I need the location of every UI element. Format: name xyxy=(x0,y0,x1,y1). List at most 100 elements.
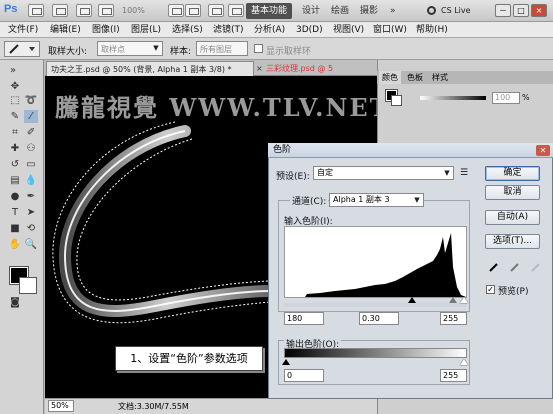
zoom-level[interactable]: 100% xyxy=(122,4,162,18)
input-white-field[interactable]: 255 xyxy=(440,312,467,325)
input-black-point-handle[interactable] xyxy=(408,297,416,303)
k-slider[interactable] xyxy=(420,96,486,100)
rotate-view-icon[interactable] xyxy=(185,4,201,17)
input-gamma-field[interactable]: 0.30 xyxy=(359,312,399,325)
tool-preset-picker[interactable] xyxy=(4,41,40,57)
workspace-painting[interactable]: 绘画 xyxy=(331,3,349,19)
auto-button[interactable]: 自动(A) xyxy=(485,210,540,225)
marquee-tool-icon[interactable]: ⬚ xyxy=(8,94,22,107)
preset-select[interactable]: 自定 ▼ xyxy=(313,166,454,180)
dialog-close-icon[interactable]: ✕ xyxy=(536,145,550,156)
extras-icon[interactable] xyxy=(76,4,92,17)
menu-view[interactable]: 视图(V) xyxy=(333,24,364,37)
k-value-field[interactable]: 100 xyxy=(492,92,520,104)
blur-tool-icon[interactable]: 💧 xyxy=(24,174,38,187)
history-brush-icon[interactable]: ↺ xyxy=(8,158,22,171)
quick-mask-icon[interactable]: ◙ xyxy=(8,296,22,309)
gray-eyedropper-glyph xyxy=(510,263,519,272)
menu-file[interactable]: 文件(F) xyxy=(8,24,38,37)
sample-select[interactable]: 所有图层 xyxy=(196,41,248,56)
hand-tool-icon[interactable]: ✋ xyxy=(8,238,22,251)
menu-help[interactable]: 帮助(H) xyxy=(416,24,448,37)
preset-label: 预设(E): xyxy=(276,172,310,182)
status-bar xyxy=(45,398,377,414)
crop-tool-icon[interactable]: ⌗ xyxy=(8,126,22,139)
input-black-field[interactable]: 180 xyxy=(284,312,324,325)
tab-swatches[interactable]: 色板 xyxy=(404,71,426,84)
type-tool-icon[interactable]: T xyxy=(8,206,22,219)
brush-tool-icon[interactable]: ✐ xyxy=(24,126,38,139)
arrange-documents-icon[interactable] xyxy=(208,4,224,17)
menu-layer[interactable]: 图层(L) xyxy=(131,24,161,37)
screen-mode-icon[interactable] xyxy=(228,4,244,17)
tab-styles[interactable]: 样式 xyxy=(429,71,451,84)
shape-tool-icon[interactable]: ■ xyxy=(8,222,22,235)
channel-select[interactable]: Alpha 1 副本 3 ▼ xyxy=(329,193,424,207)
maximize-button[interactable]: □ xyxy=(513,4,529,17)
options-button[interactable]: 选项(T)... xyxy=(485,234,540,249)
tab-document-1[interactable]: 功夫之王.psd @ 50% (背景, Alpha 1 副本 3/8) * xyxy=(46,61,254,76)
preview-checkbox[interactable]: ✓ xyxy=(486,285,495,294)
menu-filter[interactable]: 滤镜(T) xyxy=(213,24,244,37)
move-tool-icon[interactable]: ✥ xyxy=(8,80,22,93)
workspace-design[interactable]: 设计 xyxy=(302,3,320,19)
tab-color[interactable]: 颜色 xyxy=(379,71,401,84)
input-white-point-handle[interactable] xyxy=(460,297,468,303)
sample-size-select[interactable]: 取样点 ▼ xyxy=(97,41,163,56)
zoom-field[interactable]: 50% xyxy=(48,400,74,412)
hand-icon[interactable] xyxy=(168,4,184,17)
ok-button[interactable]: 确定 xyxy=(485,166,540,181)
chevron-down-icon: ▼ xyxy=(444,169,450,177)
gray-eyedropper-icon[interactable] xyxy=(510,262,520,272)
minimize-button[interactable]: － xyxy=(495,4,511,17)
minibridge-icon[interactable] xyxy=(52,4,68,17)
path-select-tool-icon[interactable]: ➤ xyxy=(24,206,38,219)
menu-select[interactable]: 选择(S) xyxy=(172,24,203,37)
output-white-field[interactable]: 255 xyxy=(440,369,467,382)
instruction-callout: 1、设置“色阶”参数选项 xyxy=(115,346,263,371)
white-eyedropper-icon[interactable] xyxy=(531,262,541,272)
close-button[interactable]: × xyxy=(531,4,547,17)
zoom-level-icon[interactable] xyxy=(98,4,114,17)
levels-dialog-title: 色阶 xyxy=(268,143,553,158)
pen-tool-icon[interactable]: ✒ xyxy=(24,190,38,203)
output-black-handle[interactable] xyxy=(282,359,290,365)
eyedropper-tool-icon[interactable]: ⁄ xyxy=(24,110,38,123)
preset-options-icon[interactable]: ☰ xyxy=(460,168,468,178)
background-color[interactable] xyxy=(19,277,37,294)
preset-value: 自定 xyxy=(317,168,333,177)
collapse-toolbox-icon[interactable]: » xyxy=(6,64,20,77)
menu-image[interactable]: 图像(I) xyxy=(92,24,120,37)
input-slider-track[interactable] xyxy=(284,303,467,307)
tab-document-2-label: 三彩纹理.psd @ 5 xyxy=(266,64,334,73)
menu-window[interactable]: 窗口(W) xyxy=(373,24,407,37)
input-gamma-handle[interactable] xyxy=(449,297,457,303)
menu-3d[interactable]: 3D(D) xyxy=(296,24,323,37)
gradient-tool-icon[interactable]: ▤ xyxy=(8,174,22,187)
show-ring-checkbox[interactable] xyxy=(254,44,263,53)
healing-tool-icon[interactable]: ✚ xyxy=(8,142,22,155)
output-black-field[interactable]: 0 xyxy=(284,369,324,382)
output-gradient xyxy=(284,348,467,358)
dodge-tool-icon[interactable]: ● xyxy=(8,190,22,203)
menu-analysis[interactable]: 分析(A) xyxy=(254,24,285,37)
k-unit: % xyxy=(522,93,530,102)
workspace-essentials[interactable]: 基本功能 xyxy=(246,3,292,19)
3d-rotate-tool-icon[interactable]: ⟲ xyxy=(24,222,38,235)
show-ring-label: 显示取样环 xyxy=(266,47,312,57)
bridge-icon[interactable] xyxy=(28,4,44,17)
quick-select-tool-icon[interactable]: ✎ xyxy=(8,110,22,123)
stamp-tool-icon[interactable]: ⚇ xyxy=(24,142,38,155)
workspace-more[interactable]: » xyxy=(390,3,396,19)
cs-live-button[interactable]: CS Live xyxy=(441,4,471,18)
cancel-button[interactable]: 取消 xyxy=(485,185,540,200)
zoom-tool-icon[interactable]: 🔍 xyxy=(24,238,38,251)
black-eyedropper-icon[interactable] xyxy=(489,262,499,272)
panel-background-swatch[interactable] xyxy=(391,95,402,106)
workspace-photography[interactable]: 摄影 xyxy=(360,3,378,19)
menu-edit[interactable]: 编辑(E) xyxy=(50,24,81,37)
eraser-tool-icon[interactable]: ▭ xyxy=(24,158,38,171)
output-white-handle[interactable] xyxy=(460,359,468,365)
tab-document-2[interactable]: 三彩纹理.psd @ 5 xyxy=(262,61,352,76)
lasso-tool-icon[interactable]: ➰ xyxy=(24,94,38,107)
